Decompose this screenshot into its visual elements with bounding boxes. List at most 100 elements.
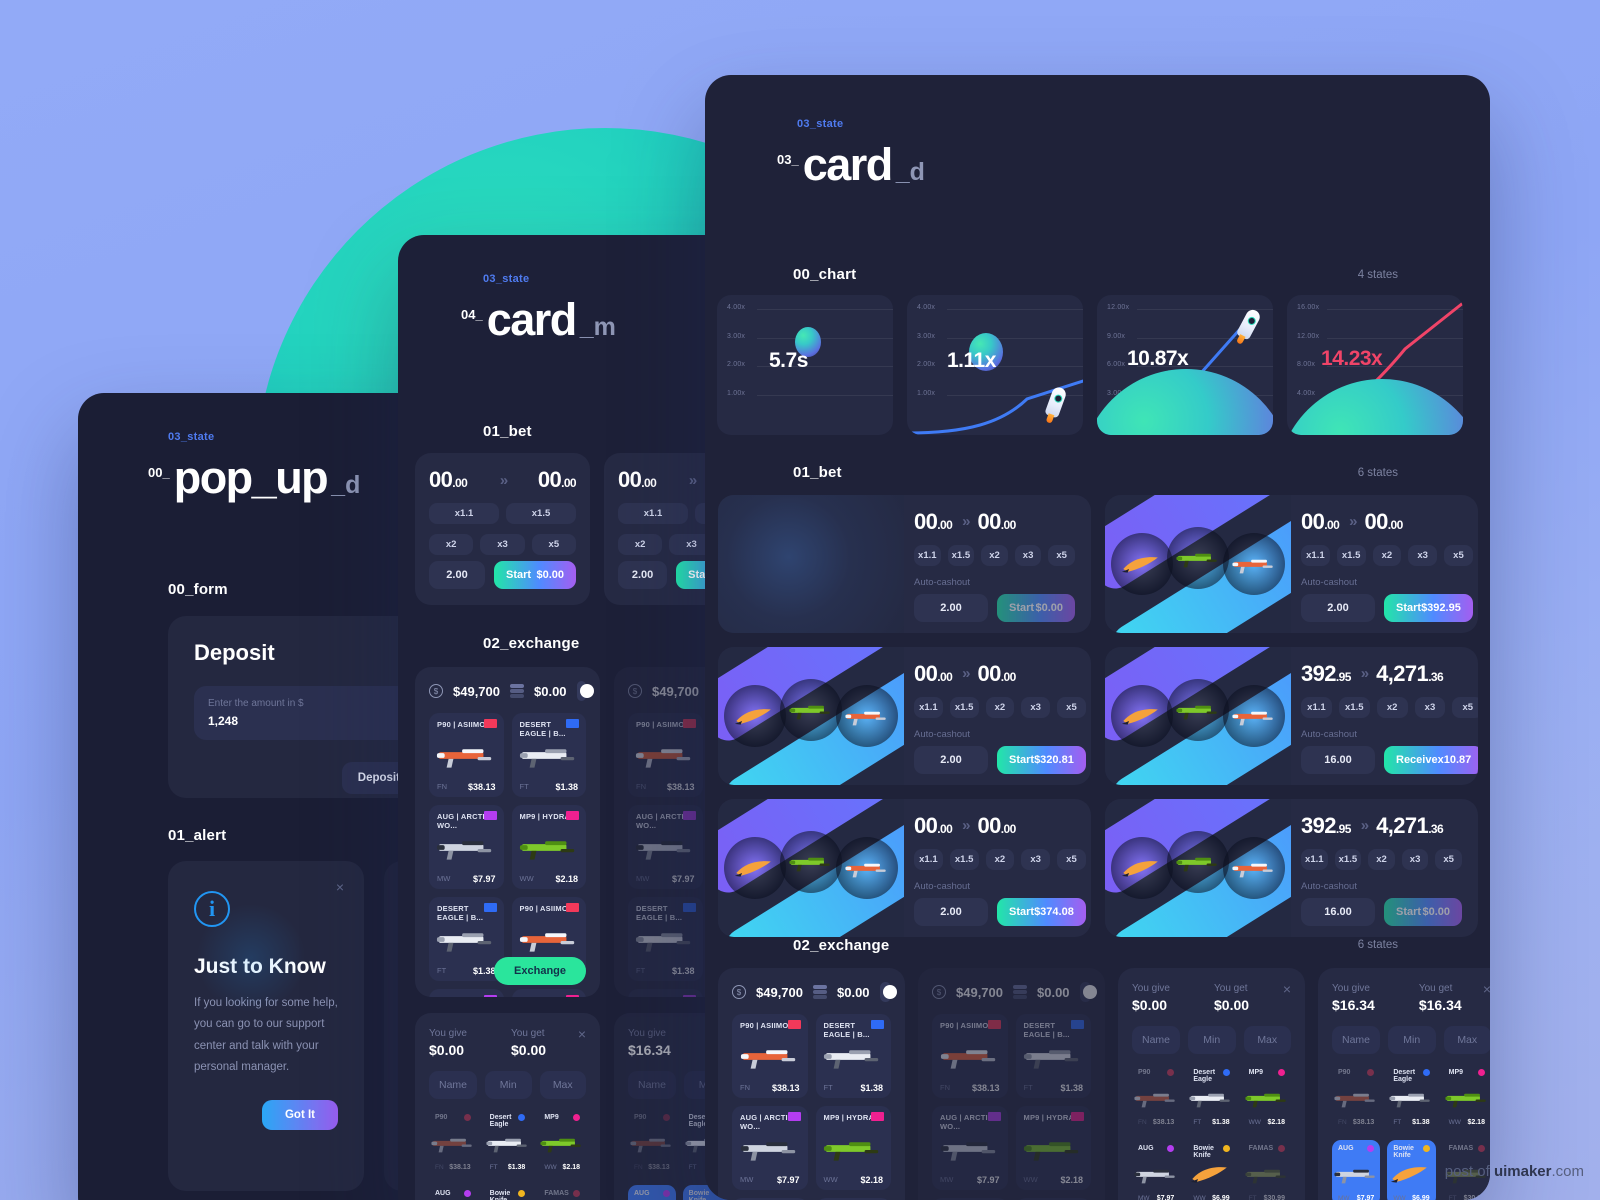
exchange-card[interactable]: $ $49,700 $0.00 P90 | ASIIMOV FN $38.13 … bbox=[718, 968, 905, 1200]
exchange-button[interactable]: Exchange bbox=[494, 957, 586, 985]
bet-multiplier[interactable]: x1.1 bbox=[914, 544, 941, 566]
bet-multiplier[interactable]: x1.1 bbox=[429, 503, 499, 524]
trade-min-filter[interactable]: Min bbox=[1388, 1026, 1436, 1054]
bet-multiplier[interactable]: x3 bbox=[1021, 696, 1051, 718]
bet-action-button[interactable]: Start $374.08 bbox=[997, 897, 1086, 926]
bet-multiplier[interactable]: x1.1 bbox=[1301, 544, 1330, 566]
trade-item[interactable]: MP9 WW $2.18 bbox=[538, 1109, 586, 1175]
bet-amount-input[interactable]: 2.00 bbox=[914, 897, 988, 926]
trade-close-icon[interactable]: × bbox=[1483, 981, 1490, 997]
bet-multiplier[interactable]: x3 bbox=[1408, 544, 1438, 566]
bet-multiplier[interactable]: x2 bbox=[1372, 544, 1402, 566]
trade-item[interactable]: AUG MW $7.97 bbox=[1332, 1140, 1381, 1200]
skin-item[interactable]: AUG | ARCTIC WO... MW $7.97 bbox=[628, 805, 703, 889]
skin-item[interactable]: P90 | ASIIMOV FN $38.13 bbox=[429, 713, 504, 797]
bet-amount-input[interactable]: 2.00 bbox=[429, 561, 485, 589]
skin-item[interactable]: DESERT EAGLE | B... FT $1.38 bbox=[628, 897, 703, 981]
bet-multiplier[interactable]: x2 bbox=[985, 696, 1015, 718]
trade-item[interactable]: P90 FN $38.13 bbox=[1132, 1064, 1180, 1130]
chart-card[interactable]: 4.00x 3.00x 2.00x 1.00x 5.7s bbox=[717, 295, 893, 435]
bet-multiplier[interactable]: x3 bbox=[480, 534, 525, 555]
trade-name-filter[interactable]: Name bbox=[429, 1071, 478, 1099]
bet-multiplier[interactable]: x1.5 bbox=[1334, 848, 1362, 870]
trade-item[interactable]: Desert Eagle FT $1.38 bbox=[1187, 1064, 1235, 1130]
bet-multiplier[interactable]: x1.5 bbox=[1336, 544, 1366, 566]
trade-max-filter[interactable]: Max bbox=[1443, 1026, 1490, 1054]
bet-multiplier[interactable]: x2 bbox=[1376, 696, 1408, 718]
bet-multiplier[interactable]: x3 bbox=[1401, 848, 1429, 870]
bet-multiplier[interactable]: x5 bbox=[1452, 696, 1478, 718]
trade-close-icon[interactable]: × bbox=[578, 1026, 586, 1042]
alert-close-icon[interactable]: × bbox=[336, 879, 344, 895]
bet-action-button[interactable]: Start $0.00 bbox=[997, 593, 1075, 622]
bet-multiplier[interactable]: x3 bbox=[1414, 696, 1446, 718]
bet-card[interactable]: 00.00 » 00.00 x1.1 x1.5 x2 x3 x5 Auto-cashou… bbox=[718, 647, 1091, 785]
bet-multiplier[interactable]: x1.1 bbox=[914, 696, 943, 718]
skin-item[interactable]: MP9 | HYDRA WW $2.18 bbox=[511, 989, 586, 997]
bet-multiplier[interactable]: x5 bbox=[1048, 544, 1075, 566]
skin-item[interactable]: DESERT EAGLE | B... FT $1.38 bbox=[511, 713, 586, 797]
exchange-toggle[interactable] bbox=[1079, 982, 1097, 1002]
trade-item[interactable]: Desert Eagle FT $1.38 bbox=[484, 1109, 532, 1175]
trade-name-filter[interactable]: Name bbox=[628, 1071, 677, 1099]
trade-item[interactable]: P90 FN $38.13 bbox=[628, 1109, 676, 1175]
trade-item[interactable]: Bowie Knife WW $6.99 bbox=[1387, 1140, 1436, 1200]
bet-multiplier[interactable]: x1.5 bbox=[949, 848, 979, 870]
bet-card-mini[interactable]: 00.00 » 00.00 x1.1 x1.5 x2 x3 x5 2.00 Start … bbox=[415, 453, 590, 605]
trade-item[interactable]: AUG MW $7.97 bbox=[429, 1185, 477, 1200]
bet-amount-input[interactable]: 16.00 bbox=[1301, 897, 1375, 926]
bet-multiplier[interactable]: x1.5 bbox=[1338, 696, 1370, 718]
bet-amount-input[interactable]: 2.00 bbox=[914, 593, 988, 622]
trade-item[interactable]: Bowie Knife WW $6.99 bbox=[484, 1185, 532, 1200]
bet-action-button[interactable]: Start $320.81 bbox=[997, 745, 1086, 774]
bet-card[interactable]: 392.95 » 4,271.36 x1.1 x1.5 x2 x3 x5 Auto-ca… bbox=[1105, 799, 1478, 937]
bet-card[interactable]: 00.00 » 00.00 x1.1 x1.5 x2 x3 x5 Auto-cashou… bbox=[718, 799, 1091, 937]
trade-name-filter[interactable]: Name bbox=[1132, 1026, 1181, 1054]
bet-multiplier[interactable]: x1.1 bbox=[1301, 696, 1332, 718]
exchange-toggle[interactable] bbox=[576, 681, 594, 701]
exchange-toggle[interactable] bbox=[879, 982, 897, 1002]
bet-multiplier[interactable]: x5 bbox=[531, 534, 576, 555]
trade-min-filter[interactable]: Min bbox=[485, 1071, 532, 1099]
trade-max-filter[interactable]: Max bbox=[539, 1071, 586, 1099]
bet-multiplier[interactable]: x3 bbox=[1014, 544, 1042, 566]
bet-multiplier[interactable]: x1.1 bbox=[914, 848, 943, 870]
chart-card[interactable]: 12.00x 9.00x 6.00x 3.00x 10.87x bbox=[1097, 295, 1273, 435]
bet-multiplier[interactable]: x1.5 bbox=[947, 544, 975, 566]
bet-multiplier[interactable]: x5 bbox=[1435, 848, 1462, 870]
skin-item[interactable]: AUG | ARCTIC WO... MW $7.97 bbox=[932, 1106, 1008, 1190]
bet-multiplier[interactable]: x2 bbox=[985, 848, 1015, 870]
bet-multiplier[interactable]: x5 bbox=[1444, 544, 1473, 566]
bet-amount-input[interactable]: 2.00 bbox=[618, 561, 668, 589]
bet-multiplier[interactable]: x2 bbox=[429, 534, 474, 555]
bet-amount-input[interactable]: 16.00 bbox=[1301, 745, 1375, 774]
exchange-card[interactable]: $ $49,700 $0.00 P90 | ASIIMOV FN $38.13 … bbox=[918, 968, 1105, 1200]
skin-item[interactable]: MP9 | HYDRA WW $2.18 bbox=[1015, 1106, 1091, 1190]
alert-got-it-button[interactable]: Got It bbox=[262, 1100, 338, 1131]
trade-item[interactable]: FAMAS FT $30.99 bbox=[1243, 1140, 1291, 1200]
bet-amount-input[interactable]: 2.00 bbox=[914, 745, 988, 774]
bet-action-button[interactable]: Receive x10.87 bbox=[1384, 745, 1478, 774]
skin-item[interactable]: AUG | ARCTIC WO... MW $7.97 bbox=[429, 805, 504, 889]
trade-min-filter[interactable]: Min bbox=[1188, 1026, 1236, 1054]
skin-item[interactable]: P90 | ASIIMOV FN $38.13 bbox=[628, 713, 703, 797]
bet-card[interactable]: 00.00 » 00.00 x1.1 x1.5 x2 x3 x5 Auto-cashou… bbox=[718, 495, 1091, 633]
trade-name-filter[interactable]: Name bbox=[1332, 1026, 1381, 1054]
bet-multiplier[interactable]: x1.1 bbox=[1301, 848, 1328, 870]
exchange-card[interactable]: $ $49,700 $0.00 P90 | ASIIMOV FN $38.13 … bbox=[415, 667, 600, 997]
trade-card[interactable]: × You give $0.00 You get $0.00 Name Min … bbox=[415, 1013, 600, 1200]
bet-multiplier[interactable]: x5 bbox=[1057, 696, 1086, 718]
skin-item[interactable]: DESERT EAGLE | B... FT $1.38 bbox=[429, 897, 504, 981]
skin-item[interactable]: DESERT EAGLE | B... FT $1.38 bbox=[815, 1014, 891, 1098]
bet-multiplier[interactable]: x2 bbox=[1368, 848, 1395, 870]
trade-item[interactable]: MP9 WW $2.18 bbox=[1243, 1064, 1291, 1130]
bet-multiplier[interactable]: x3 bbox=[1021, 848, 1051, 870]
trade-item[interactable]: Bowie Knife WW $6.99 bbox=[1187, 1140, 1235, 1200]
bet-action-button[interactable]: Start $0.00 bbox=[1384, 897, 1462, 926]
bet-card[interactable]: 00.00 » 00.00 x1.1 x1.5 x2 x3 x5 Auto-cashou… bbox=[1105, 495, 1478, 633]
skin-item[interactable]: AUG | ARCTIC WO... MW $7.97 bbox=[732, 1106, 808, 1190]
bet-action-button[interactable]: Start $0.00 bbox=[494, 561, 576, 589]
bet-multiplier[interactable]: x5 bbox=[1057, 848, 1086, 870]
trade-item[interactable]: AUG MW $7.97 bbox=[1132, 1140, 1180, 1200]
bet-multiplier[interactable]: x1.1 bbox=[618, 503, 688, 524]
